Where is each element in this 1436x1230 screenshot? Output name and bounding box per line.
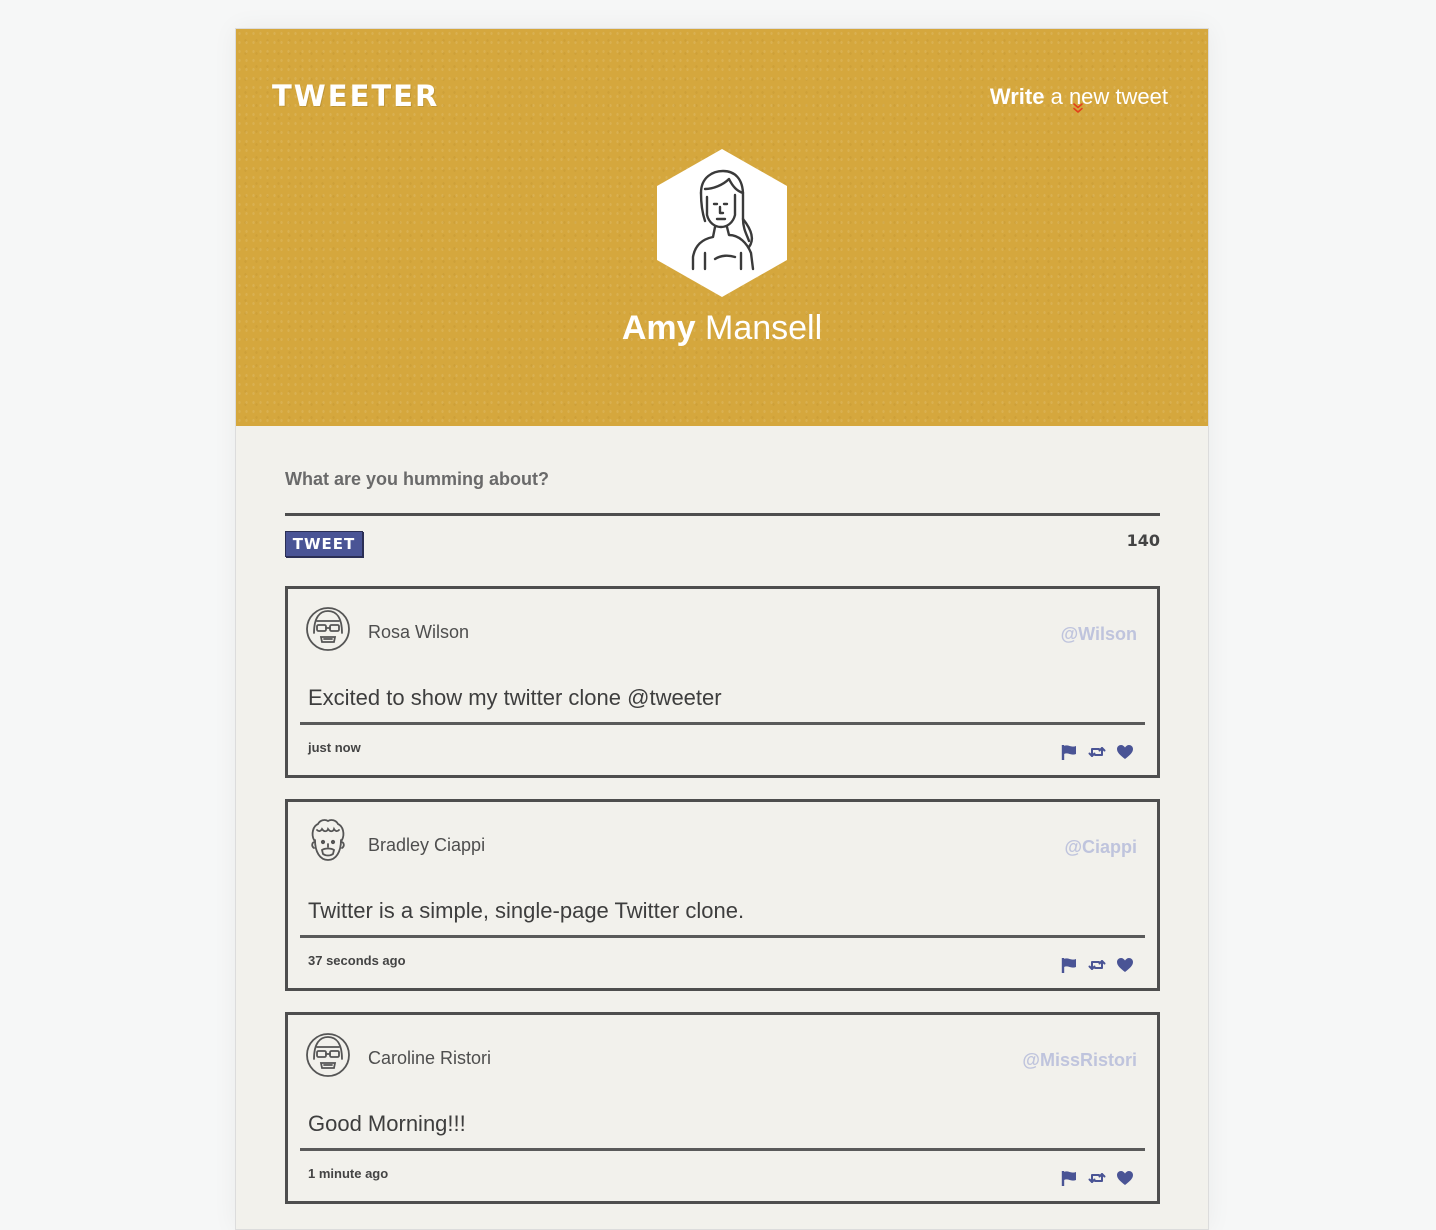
tweet-author-handle[interactable]: @Wilson: [1061, 624, 1137, 645]
heart-icon[interactable]: [1116, 956, 1134, 974]
tweet-content: Twitter is a simple, single-page Twitter…: [308, 898, 745, 923]
flag-icon[interactable]: [1060, 1169, 1078, 1187]
profile-first-name: Amy: [621, 309, 696, 347]
retweet-icon[interactable]: [1088, 956, 1106, 974]
app-container: TWEETER Write a new tweet Amy Mansell Wh…: [235, 28, 1209, 1230]
compose-toggle-bold: Write: [989, 84, 1045, 109]
tweet-card: Caroline Ristori @MissRistori Good Morni…: [285, 1012, 1160, 1204]
tweet-timestamp: 37 seconds ago: [308, 953, 406, 968]
tweet-author-handle[interactable]: @Ciappi: [1064, 837, 1137, 858]
profile-last-name: Mansell: [695, 309, 823, 347]
app-logo[interactable]: TWEETER: [272, 79, 439, 113]
profile-avatar-icon: [657, 149, 787, 297]
profile-header: TWEETER Write a new tweet Amy Mansell: [236, 29, 1208, 426]
compose-toggle-rest: a new tweet: [1044, 84, 1168, 109]
woman-glasses-avatar-icon: [306, 607, 350, 651]
tweet-card: Rosa Wilson @Wilson Excited to show my t…: [285, 586, 1160, 778]
tweet-author-name: Bradley Ciappi: [368, 835, 486, 855]
heart-icon[interactable]: [1116, 743, 1134, 761]
flag-icon[interactable]: [1060, 956, 1078, 974]
double-chevron-down-icon[interactable]: [1072, 102, 1084, 114]
tweet-author-name: Rosa Wilson: [368, 622, 470, 642]
tweet-actions: [1060, 956, 1134, 974]
flag-icon[interactable]: [1060, 743, 1078, 761]
retweet-icon[interactable]: [1088, 743, 1106, 761]
tweet-card: Bradley Ciappi @Ciappi Twitter is a simp…: [285, 799, 1160, 991]
tweet-actions: [1060, 743, 1134, 761]
tweet-timestamp: 1 minute ago: [308, 1166, 389, 1181]
tweet-divider: [300, 935, 1145, 938]
retweet-icon[interactable]: [1088, 1169, 1106, 1187]
tweet-divider: [300, 1148, 1145, 1151]
composer-textarea[interactable]: What are you humming about?: [285, 469, 549, 490]
woman-glasses-avatar-icon: [306, 1033, 350, 1077]
composer-underline: [285, 513, 1160, 516]
character-counter: 140: [1126, 531, 1160, 550]
tweet-timestamp: just now: [308, 740, 361, 755]
tweet-content: Excited to show my twitter clone @tweete…: [308, 685, 722, 710]
heart-icon[interactable]: [1116, 1169, 1134, 1187]
tweet-author-name: Caroline Ristori: [368, 1048, 492, 1068]
tweet-actions: [1060, 1169, 1134, 1187]
tweet-divider: [300, 722, 1145, 725]
tweet-submit-button[interactable]: TWEET: [285, 531, 363, 557]
tweet-content: Good Morning!!!: [308, 1111, 466, 1136]
man-curly-hair-avatar-icon: [311, 819, 345, 861]
profile-name: Amy Mansell: [236, 309, 1208, 348]
tweet-author-handle[interactable]: @MissRistori: [1022, 1050, 1137, 1071]
